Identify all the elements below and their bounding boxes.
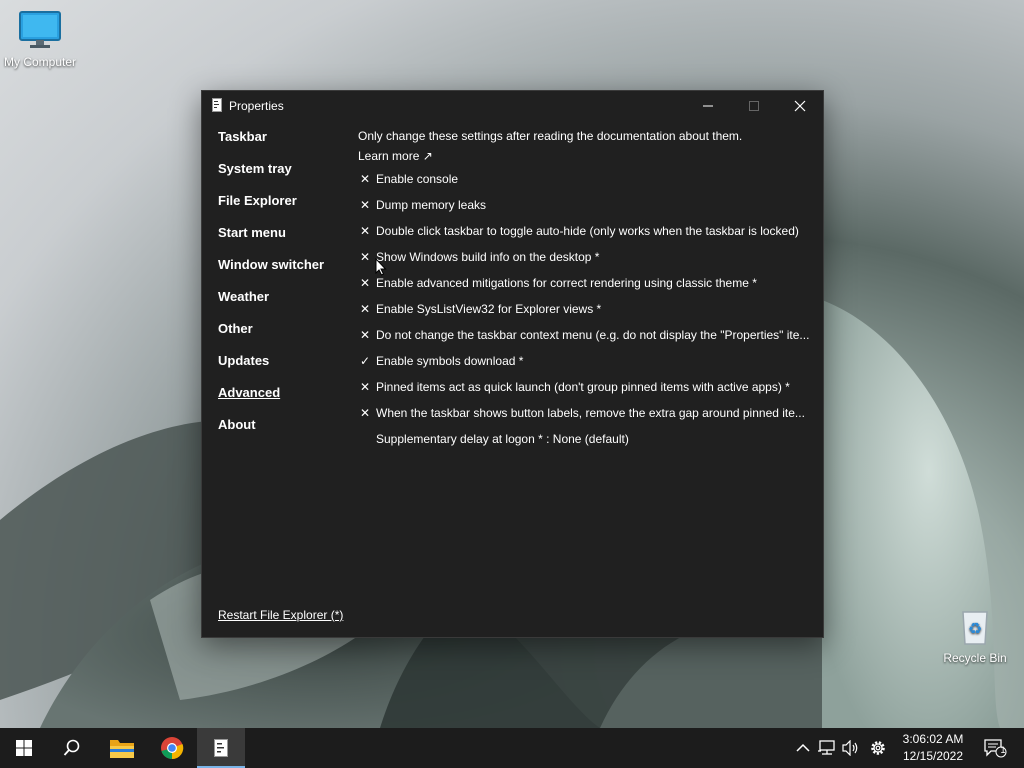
app-icon [212, 98, 222, 112]
windows-logo-icon [16, 740, 32, 756]
search-button[interactable] [48, 728, 96, 768]
learn-more-link[interactable]: Learn more ↗ [358, 146, 814, 166]
desktop-icon-label: My Computer [3, 55, 77, 69]
option-dump-memory-leaks[interactable]: ✕ Dump memory leaks [358, 192, 814, 218]
option-state-icon: ✕ [359, 276, 371, 290]
desktop-icon-recycle-bin[interactable]: ♻ Recycle Bin [935, 606, 1015, 665]
desktop-icon-my-computer[interactable]: My Computer [0, 10, 80, 69]
option-label: Enable console [376, 172, 459, 186]
taskbar-properties-app[interactable] [197, 728, 245, 768]
maximize-button[interactable] [731, 91, 777, 121]
clock-date: 12/15/2022 [902, 749, 964, 763]
option-double-click-autohide[interactable]: ✕ Double click taskbar to toggle auto-hid… [358, 218, 814, 244]
warning-notice: Only change these settings after reading… [358, 129, 743, 143]
option-taskbar-context-menu[interactable]: ✕ Do not change the taskbar context menu … [358, 322, 814, 348]
recycle-bin-icon: ♻ [962, 611, 988, 645]
option-label: Show Windows build info on the desktop * [376, 250, 600, 264]
notification-center-button[interactable]: 1 [983, 738, 1007, 758]
volume-tray-button[interactable] [841, 738, 861, 758]
taskbar: 3:06:02 AM 12/15/2022 1 [0, 728, 1024, 768]
monitor-icon [19, 11, 61, 48]
notification-count-badge: 1 [1000, 745, 1006, 755]
option-state-icon: ✕ [359, 224, 371, 238]
svg-text:♻: ♻ [968, 619, 982, 638]
properties-window: Properties Taskbar System tray File Expl… [201, 90, 824, 638]
window-title: Properties [229, 99, 284, 113]
show-hidden-icons-button[interactable] [793, 738, 813, 758]
option-label: Enable SysListView32 for Explorer views … [376, 302, 602, 316]
option-state-icon: ✕ [359, 380, 371, 394]
nav-item-taskbar[interactable]: Taskbar [218, 129, 348, 161]
nav-item-updates[interactable]: Updates [218, 353, 348, 385]
minimize-icon [703, 105, 713, 107]
nav-item-window-switcher[interactable]: Window switcher [218, 257, 348, 289]
speaker-icon [842, 740, 858, 756]
option-label: Enable advanced mitigations for correct … [376, 276, 757, 290]
close-icon [794, 100, 806, 112]
network-tray-button[interactable] [817, 738, 837, 758]
nav-item-file-explorer[interactable]: File Explorer [218, 193, 348, 225]
option-label: Pinned items act as quick launch (don't … [376, 380, 790, 394]
settings-panel: Only change these settings after reading… [358, 126, 814, 452]
option-state-icon: ✕ [359, 328, 371, 342]
option-label: Do not change the taskbar context menu (… [376, 328, 810, 342]
minimize-button[interactable] [685, 91, 731, 121]
search-icon [63, 739, 80, 756]
option-syslistview32[interactable]: ✕ Enable SysListView32 for Explorer views… [358, 296, 814, 322]
mouse-pointer-icon [375, 258, 387, 276]
clock-time: 3:06:02 AM [902, 732, 964, 746]
folder-icon [110, 740, 134, 758]
option-advanced-mitigations[interactable]: ✕ Enable advanced mitigations for correct… [358, 270, 814, 296]
option-enable-console[interactable]: ✕ Enable console [358, 166, 814, 192]
nav-item-weather[interactable]: Weather [218, 289, 348, 321]
sidebar-nav: Taskbar System tray File Explorer Start … [218, 129, 348, 449]
option-state-icon: ✕ [359, 406, 371, 420]
maximize-icon [749, 101, 759, 111]
option-state-icon: ✕ [359, 250, 371, 264]
taskbar-file-explorer[interactable] [98, 728, 146, 768]
option-state-icon: ✕ [359, 172, 371, 186]
option-symbols-download[interactable]: ✓ Enable symbols download * [358, 348, 814, 374]
option-state-icon: ✓ [359, 354, 371, 368]
option-state-icon: ✕ [359, 302, 371, 316]
option-state-icon: ✕ [359, 198, 371, 212]
properties-app-icon [214, 739, 228, 757]
option-label: Dump memory leaks [376, 198, 487, 212]
close-button[interactable] [777, 91, 823, 121]
option-label: Enable symbols download * [376, 354, 524, 368]
start-button[interactable] [0, 728, 48, 768]
nav-item-start-menu[interactable]: Start menu [218, 225, 348, 257]
option-pinned-quick-launch[interactable]: ✕ Pinned items act as quick launch (don't… [358, 374, 814, 400]
system-clock[interactable]: 3:06:02 AM 12/15/2022 [896, 731, 970, 765]
nav-item-about[interactable]: About [218, 417, 348, 449]
nav-item-system-tray[interactable]: System tray [218, 161, 348, 193]
desktop-icon-label: Recycle Bin [943, 651, 1007, 665]
option-show-build-info[interactable]: ✕ Show Windows build info on the desktop … [358, 244, 814, 270]
chrome-icon [161, 737, 184, 760]
restart-explorer-link[interactable]: Restart File Explorer (*) [218, 608, 343, 622]
option-logon-delay[interactable]: Supplementary delay at logon * : None (d… [358, 426, 814, 452]
option-label: Supplementary delay at logon * : None (d… [376, 432, 629, 446]
settings-tray-button[interactable] [868, 738, 888, 758]
network-icon [818, 740, 835, 755]
option-label: Double click taskbar to toggle auto-hide… [376, 224, 799, 238]
chevron-up-icon [796, 743, 810, 752]
gear-icon [871, 741, 885, 755]
title-bar[interactable]: Properties [202, 91, 823, 121]
option-remove-extra-gap[interactable]: ✕ When the taskbar shows button labels, r… [358, 400, 814, 426]
option-label: When the taskbar shows button labels, re… [376, 406, 805, 420]
taskbar-chrome[interactable] [148, 728, 196, 768]
nav-item-other[interactable]: Other [218, 321, 348, 353]
nav-item-advanced[interactable]: Advanced [218, 385, 348, 417]
